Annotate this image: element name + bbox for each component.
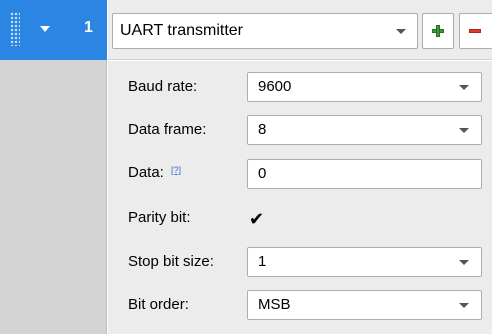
bit-order-label: Bit order:	[128, 296, 189, 313]
block-type-select[interactable]: UART transmitter	[112, 13, 418, 49]
row-header-selected[interactable]: 1	[0, 0, 107, 60]
drag-grip-icon[interactable]	[10, 12, 20, 46]
baud-rate-label: Baud rate:	[128, 78, 198, 95]
bit-order-select[interactable]: MSB	[247, 290, 482, 320]
baud-rate-select[interactable]: 9600	[247, 72, 482, 102]
stop-bit-size-label: Stop bit size:	[128, 253, 214, 270]
uart-transmitter-block: 1 UART transmitter Baud rate: 9600 Data …	[0, 0, 492, 334]
data-frame-value: 8	[258, 121, 267, 138]
remove-button[interactable]	[459, 13, 492, 49]
row-index: 1	[84, 19, 93, 36]
chevron-down-icon	[459, 128, 469, 133]
checkmark-icon[interactable]: ✔	[249, 210, 264, 228]
data-frame-select[interactable]: 8	[247, 115, 482, 145]
minus-icon	[469, 29, 481, 33]
chevron-down-icon	[396, 29, 406, 34]
block-type-value: UART transmitter	[120, 22, 243, 39]
chevron-down-icon	[459, 260, 469, 265]
chevron-down-icon	[459, 303, 469, 308]
stop-bit-size-value: 1	[258, 253, 267, 270]
help-icon[interactable]: [?]	[171, 165, 181, 175]
chevron-down-icon	[459, 85, 469, 90]
data-input-value: 0	[258, 165, 267, 182]
data-label-text: Data:	[128, 164, 164, 181]
collapse-arrow-icon[interactable]	[40, 26, 50, 32]
baud-rate-value: 9600	[258, 78, 292, 95]
add-button[interactable]	[422, 13, 454, 49]
data-frame-label: Data frame:	[128, 121, 207, 138]
bit-order-value: MSB	[258, 296, 291, 313]
data-input[interactable]: 0	[247, 159, 482, 189]
data-label: Data: [?]	[128, 163, 181, 184]
stop-bit-size-select[interactable]: 1	[247, 247, 482, 277]
parity-bit-label: Parity bit:	[128, 209, 191, 226]
